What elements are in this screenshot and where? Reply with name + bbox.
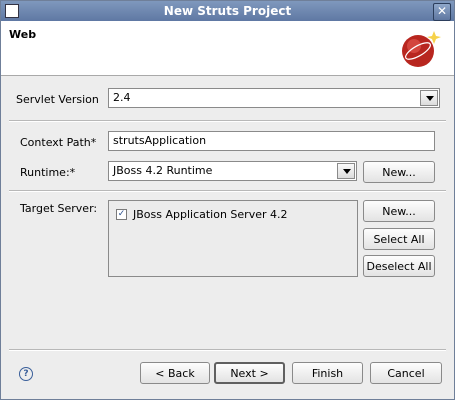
separator: [9, 349, 446, 351]
target-server-label: Target Server:: [20, 202, 98, 215]
jboss-logo-icon: [402, 31, 441, 67]
separator: [9, 190, 446, 192]
wizard-header: Web: [1, 21, 454, 76]
runtime-select[interactable]: JBoss 4.2 Runtime: [108, 161, 357, 181]
target-new-button[interactable]: New...: [363, 200, 435, 222]
back-button[interactable]: < Back: [140, 362, 210, 384]
runtime-value: JBoss 4.2 Runtime: [113, 164, 213, 177]
target-server-item-label: JBoss Application Server 4.2: [133, 208, 288, 221]
close-icon[interactable]: ✕: [433, 3, 451, 21]
chevron-down-icon[interactable]: [337, 163, 355, 179]
header-title: Web: [9, 28, 37, 41]
list-item[interactable]: ✓ JBoss Application Server 4.2: [116, 208, 288, 221]
servlet-version-label: Servlet Version: [16, 93, 99, 106]
runtime-new-button[interactable]: New...: [363, 161, 435, 183]
help-icon[interactable]: ?: [19, 367, 33, 381]
next-button[interactable]: Next >: [214, 362, 285, 384]
runtime-label: Runtime:*: [20, 166, 76, 179]
context-path-label: Context Path*: [20, 136, 97, 149]
select-all-button[interactable]: Select All: [363, 228, 435, 250]
finish-button[interactable]: Finish: [292, 362, 363, 384]
servlet-version-select[interactable]: 2.4: [108, 88, 440, 108]
title-bar[interactable]: New Struts Project ✕: [1, 1, 454, 21]
dialog-window: New Struts Project ✕ Web Servlet Version…: [0, 0, 455, 400]
context-path-field[interactable]: strutsApplication: [108, 131, 435, 151]
separator: [9, 120, 446, 122]
window-title: New Struts Project: [163, 4, 292, 18]
window-icon: [5, 4, 19, 18]
checkmark-icon[interactable]: ✓: [116, 209, 127, 220]
context-path-value: strutsApplication: [113, 134, 207, 147]
servlet-version-value: 2.4: [113, 91, 131, 104]
chevron-down-icon[interactable]: [420, 90, 438, 106]
cancel-button[interactable]: Cancel: [370, 362, 442, 384]
target-server-list[interactable]: ✓ JBoss Application Server 4.2: [108, 200, 358, 277]
deselect-all-button[interactable]: Deselect All: [363, 255, 435, 277]
